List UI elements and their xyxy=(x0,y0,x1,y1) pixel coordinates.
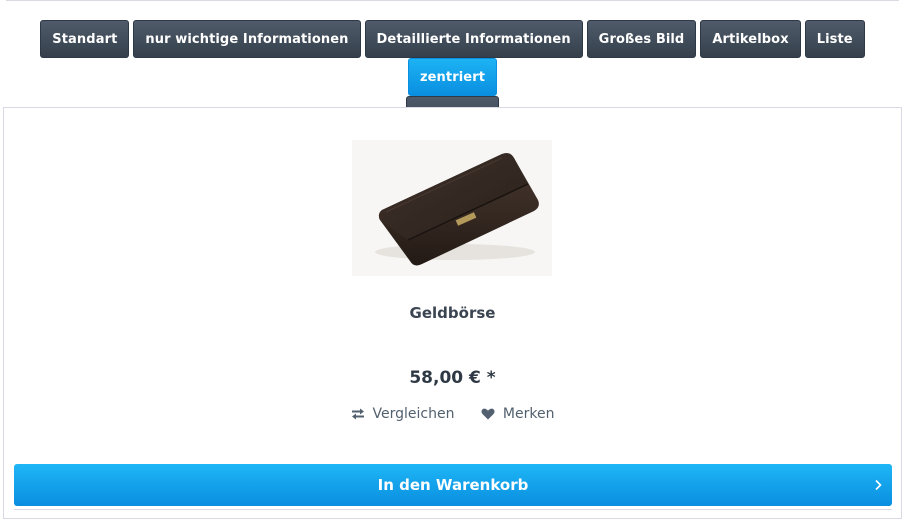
product-name[interactable]: Geldbörse xyxy=(4,304,901,322)
view-switcher-row: Standart nur wichtige Informationen Detail… xyxy=(0,20,905,96)
heart-icon xyxy=(481,408,495,420)
view-button-article-box[interactable]: Artikelbox xyxy=(700,20,801,58)
wishlist-button[interactable]: Merken xyxy=(481,406,555,422)
top-divider xyxy=(6,0,899,1)
chevron-right-icon xyxy=(874,464,882,506)
compare-button[interactable]: Vergleichen xyxy=(351,406,455,422)
view-button-detailed-info[interactable]: Detaillierte Informationen xyxy=(364,20,583,58)
view-button-important-info[interactable]: nur wichtige Informationen xyxy=(133,20,361,58)
add-to-cart-label: In den Warenkorb xyxy=(377,476,529,494)
product-box: Geldbörse 58,00 € * Vergleichen Merken I… xyxy=(3,107,902,519)
view-button-list[interactable]: Liste xyxy=(804,20,865,58)
view-button-standart[interactable]: Standart xyxy=(40,20,130,58)
wishlist-label: Merken xyxy=(502,406,555,422)
cart-button-underline xyxy=(14,509,892,510)
view-button-centered[interactable]: zentriert xyxy=(407,58,498,96)
compare-label: Vergleichen xyxy=(372,406,455,422)
wallet-image xyxy=(375,153,539,266)
product-actions: Vergleichen Merken xyxy=(4,406,901,424)
view-button-large-image[interactable]: Großes Bild xyxy=(586,20,697,58)
product-image[interactable] xyxy=(352,140,552,276)
product-price: 58,00 € * xyxy=(409,368,496,388)
add-to-cart-button[interactable]: In den Warenkorb xyxy=(14,464,892,506)
compare-arrows-icon xyxy=(351,408,364,420)
